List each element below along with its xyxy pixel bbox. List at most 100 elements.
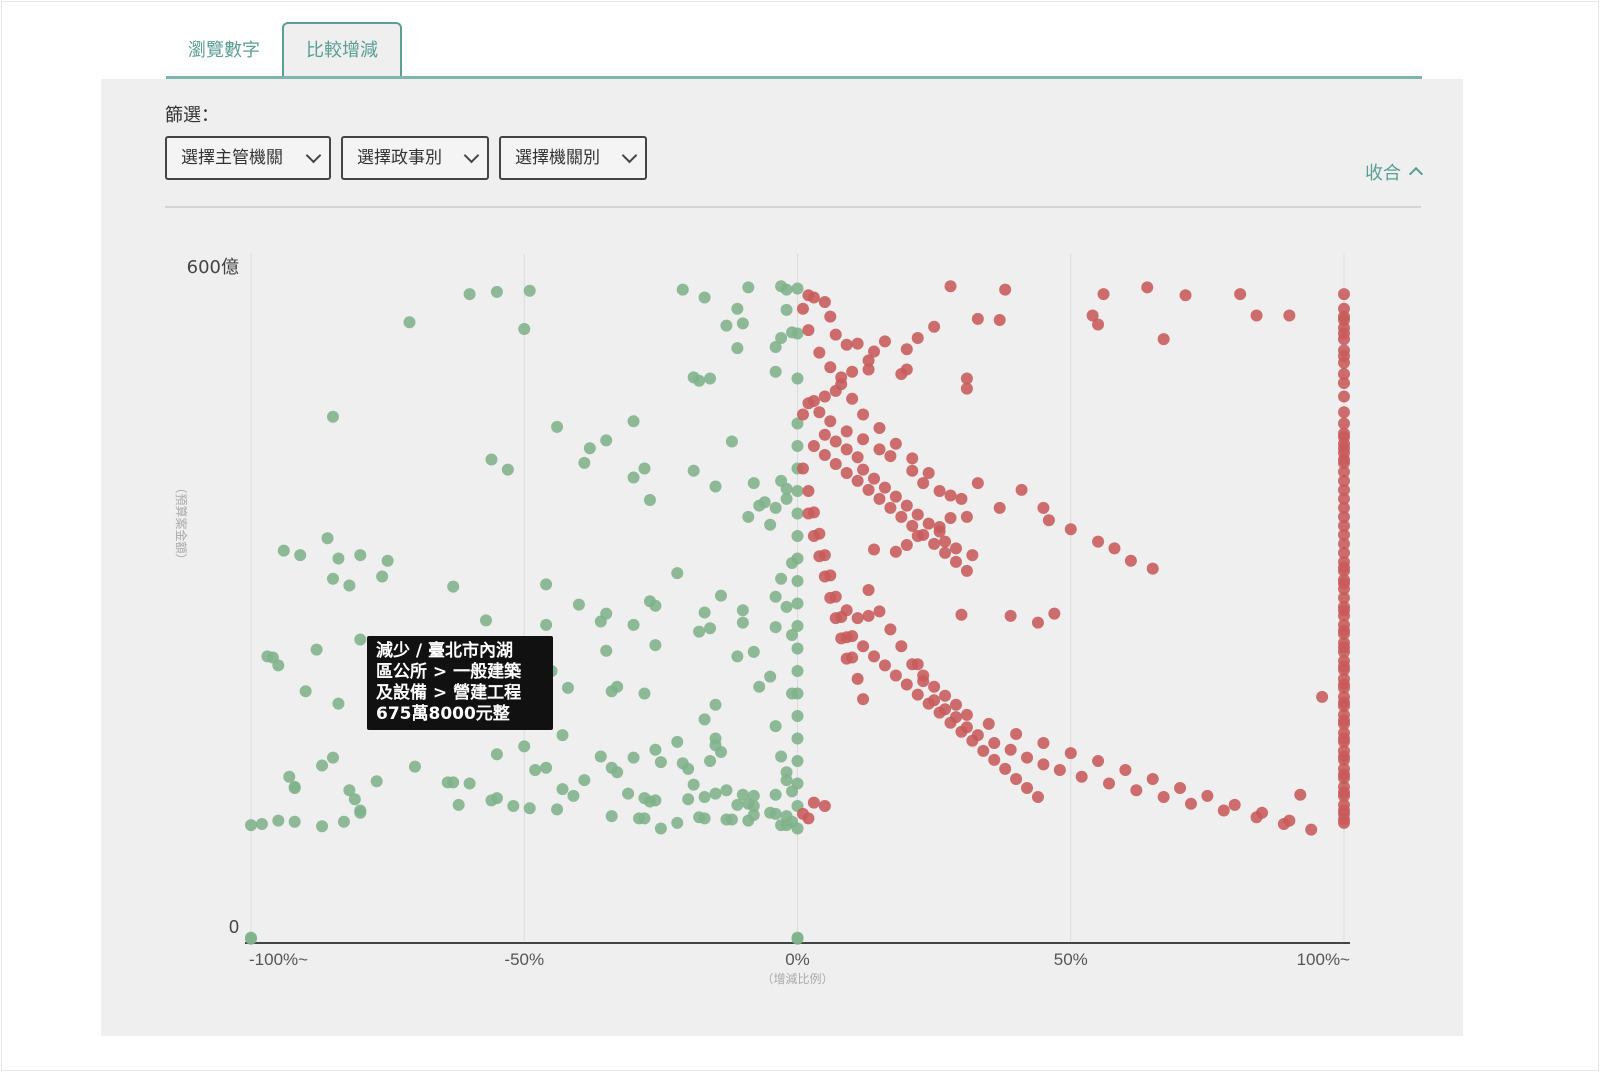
increase-point (1037, 737, 1050, 749)
increase-point (1338, 310, 1350, 323)
increase-point (796, 408, 809, 421)
decrease-point (272, 659, 285, 672)
decrease-point (551, 803, 564, 816)
decrease-point (693, 625, 706, 638)
decrease-point (698, 791, 711, 803)
increase-point (906, 519, 919, 532)
increase-point (1010, 773, 1023, 785)
increase-point (895, 510, 908, 523)
increase-point (1338, 288, 1350, 301)
increase-point (889, 490, 902, 503)
increase-point (1092, 318, 1105, 331)
decrease-point (245, 819, 257, 832)
increase-point (949, 698, 962, 711)
decrease-point (682, 762, 695, 775)
increase-point (1064, 523, 1077, 536)
increase-point (955, 492, 968, 505)
increase-point (829, 384, 842, 397)
decrease-point (316, 820, 329, 833)
increase-point (939, 689, 952, 702)
increase-point (1092, 755, 1105, 767)
increase-point (1338, 442, 1350, 455)
tab-browse-numbers[interactable]: 瀏覽數字 (166, 24, 282, 78)
increase-point (1338, 561, 1350, 574)
decrease-point (594, 750, 607, 763)
decrease-point (447, 580, 460, 593)
increase-point (829, 458, 842, 470)
increase-point (949, 555, 962, 568)
increase-point (1146, 562, 1159, 575)
decrease-point (791, 755, 804, 767)
increase-point (884, 501, 897, 514)
tab-compare-change[interactable]: 比較增減 (282, 22, 402, 80)
decrease-point (791, 440, 804, 452)
decrease-point (682, 793, 695, 806)
decrease-point (791, 282, 804, 295)
decrease-point (769, 365, 782, 378)
increase-point (949, 542, 962, 555)
increase-point (1338, 732, 1350, 745)
increase-point (1157, 333, 1170, 346)
decrease-point (780, 600, 793, 613)
increase-point (895, 640, 908, 653)
x-tick-label: 0% (785, 950, 810, 969)
decrease-point (709, 787, 722, 800)
decrease-point (523, 284, 536, 297)
decrease-point (704, 372, 717, 385)
decrease-point (747, 809, 760, 821)
increase-point (862, 609, 875, 622)
decrease-point (769, 720, 782, 733)
decrease-point (791, 822, 804, 835)
increase-point (857, 463, 870, 476)
x-tick-label: 100%~ (1297, 950, 1350, 969)
increase-point (829, 612, 842, 625)
decrease-point (747, 645, 760, 658)
increase-point (835, 632, 848, 645)
increase-point (802, 485, 815, 497)
decrease-point (245, 932, 257, 945)
increase-point (824, 591, 837, 604)
increase-point (824, 361, 837, 374)
increase-point (999, 762, 1012, 775)
increase-point (1338, 321, 1350, 334)
decrease-point (567, 789, 580, 802)
increase-point (884, 450, 897, 463)
increase-point (900, 678, 913, 691)
decrease-point (376, 570, 389, 583)
increase-point (1064, 747, 1077, 760)
increase-point (1130, 784, 1143, 797)
decrease-point (747, 789, 760, 802)
increase-point (955, 608, 968, 621)
decrease-point (649, 794, 662, 807)
decrease-point (676, 283, 689, 296)
decrease-point (725, 435, 738, 448)
tooltip-line: 區公所 > 一般建築 (376, 662, 522, 682)
decrease-point (479, 614, 492, 627)
decrease-point (731, 302, 744, 315)
decrease-point (326, 751, 339, 764)
increase-point (1053, 764, 1066, 776)
decrease-point (540, 618, 553, 631)
decrease-point (529, 764, 542, 776)
increase-point (988, 753, 1001, 766)
increase-point (944, 512, 957, 524)
increase-point (873, 605, 886, 618)
increase-point (829, 328, 842, 341)
decrease-point (769, 807, 782, 820)
axis-labels: -100%~ -50% 0% 50% 100%~ （增減比例） 600億 0 （預算案金額） (174, 257, 1350, 986)
increase-point (1031, 791, 1044, 803)
decrease-point (736, 616, 749, 629)
increase-point (993, 314, 1006, 326)
increase-point (1338, 768, 1350, 781)
increase-point (955, 725, 968, 738)
decrease-point (556, 729, 569, 742)
decrease-point (654, 756, 667, 769)
decrease-point (283, 770, 296, 783)
increase-point (900, 343, 913, 356)
increase-point (878, 481, 891, 494)
decrease-point (605, 810, 618, 823)
increase-point (1338, 641, 1350, 654)
increase-point (922, 467, 935, 479)
decrease-point (600, 434, 613, 447)
decrease-point (775, 280, 788, 293)
